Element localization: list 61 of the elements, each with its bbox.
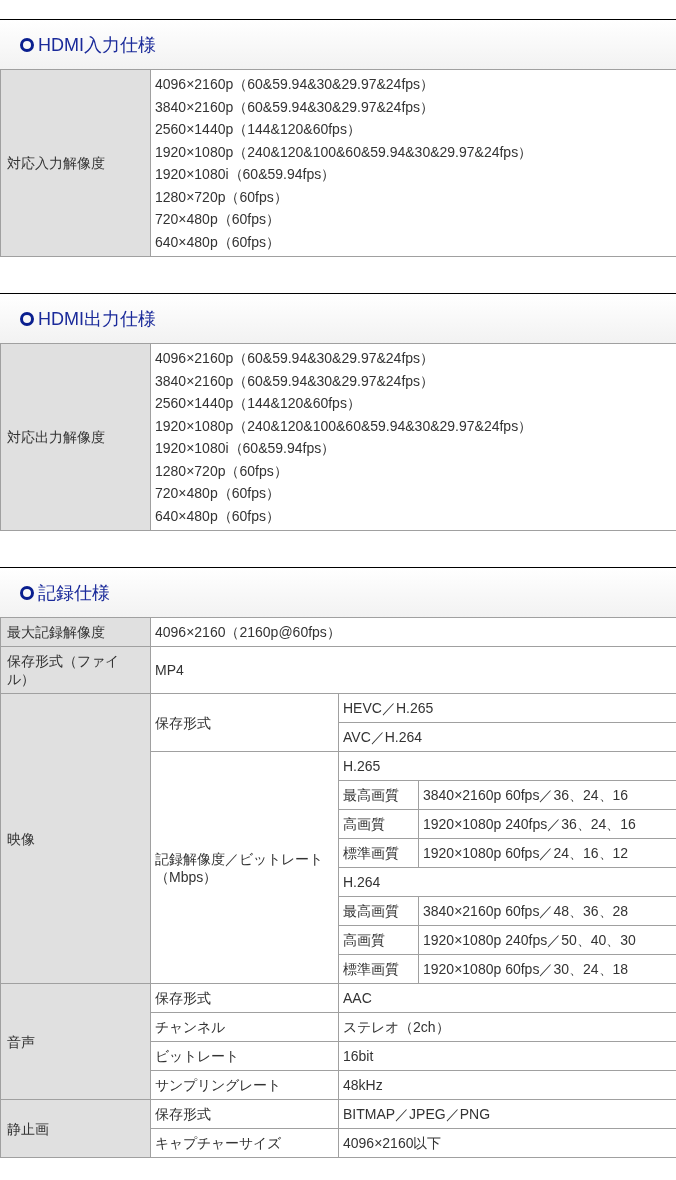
table-cell: H.265 (338, 751, 676, 781)
sub-header: 保存形式 (150, 983, 339, 1013)
table-cell: 1920×1080p 60fps／24、16、12 (418, 838, 676, 868)
resolution-line: 4096×2160p（60&59.94&30&29.97&24fps） (155, 75, 436, 94)
table-cell: 48kHz (338, 1070, 676, 1100)
resolution-line: 1920×1080i（60&59.94fps） (155, 439, 337, 458)
table-cell: 16bit (338, 1041, 676, 1071)
row-header: 対応出力解像度 (0, 343, 151, 531)
resolution-line: 3840×2160p（60&59.94&30&29.97&24fps） (155, 97, 436, 117)
ring-icon (20, 585, 34, 600)
table-cell: 3840×2160p 60fps／48、36、28 (418, 896, 676, 926)
resolution-line: 3840×2160p（60&59.94&30&29.97&24fps） (155, 371, 436, 391)
resolution-line: 1920×1080p（240&120&100&60&59.94&30&29.97&24fps） (155, 142, 534, 162)
sub-header: キャプチャーサイズ (150, 1128, 339, 1158)
row-header: 静止画 (0, 1099, 151, 1158)
table-cell: AVC／H.264 (338, 722, 676, 752)
table-cell: 3840×2160p 60fps／36、24、16 (418, 780, 676, 810)
table-cell: MP4 (150, 646, 676, 694)
table-cell: 1920×1080p 240fps／36、24、16 (418, 809, 676, 839)
table-cell: ステレオ（2ch） (338, 1012, 676, 1042)
table-cell: H.264 (338, 867, 676, 897)
resolution-line: 1920×1080i（60&59.94fps） (155, 165, 337, 184)
resolution-line: 720×480p（60fps） (155, 484, 281, 503)
row-header: 最大記録解像度 (0, 617, 151, 647)
sub-header: チャンネル (150, 1012, 339, 1042)
ring-icon (20, 37, 34, 52)
quality-label: 最高画質 (338, 896, 419, 926)
resolution-line: 1280×720p（60fps） (155, 187, 289, 207)
quality-label: 高画質 (338, 925, 419, 955)
table-cell: 1920×1080p 60fps／30、24、18 (418, 954, 676, 984)
sub-header: ビットレート (150, 1041, 339, 1071)
resolution-line: 1280×720p（60fps） (155, 461, 289, 481)
row-header: 対応入力解像度 (0, 69, 151, 257)
resolution-line: 2560×1440p（144&120&60fps） (155, 394, 362, 413)
table-cell: 4096×2160以下 (338, 1128, 676, 1158)
sub-header: 保存形式 (150, 1099, 339, 1129)
sub-header: 保存形式 (150, 693, 339, 752)
table-cell: HEVC／H.265 (338, 693, 676, 723)
resolution-line: 4096×2160p（60&59.94&30&29.97&24fps） (155, 349, 436, 368)
section-title: HDMI出力仕様 (38, 307, 156, 331)
section-title: HDMI入力仕様 (38, 33, 156, 57)
table-cell: AAC (338, 983, 676, 1013)
resolution-line: 720×480p（60fps） (155, 210, 281, 229)
table-cell: 4096×2160（2160p@60fps） (150, 617, 676, 647)
quality-label: 最高画質 (338, 780, 419, 810)
sub-header: 記録解像度／ビットレート（Mbps） (150, 751, 339, 984)
resolution-line: 640×480p（60fps） (155, 232, 281, 252)
table-cell: BITMAP／JPEG／PNG (338, 1099, 676, 1129)
quality-label: 標準画質 (338, 954, 419, 984)
quality-label: 高画質 (338, 809, 419, 839)
sub-header: サンプリングレート (150, 1070, 339, 1100)
row-header: 映像 (0, 693, 151, 984)
resolution-line: 640×480p（60fps） (155, 506, 281, 526)
resolution-line: 1920×1080p（240&120&100&60&59.94&30&29.97&24fps） (155, 416, 534, 436)
row-header: 保存形式（ファイル） (0, 646, 151, 694)
section-title: 記録仕様 (38, 581, 110, 605)
row-header: 音声 (0, 983, 151, 1100)
table-cell: 1920×1080p 240fps／50、40、30 (418, 925, 676, 955)
resolution-line: 2560×1440p（144&120&60fps） (155, 120, 362, 139)
quality-label: 標準画質 (338, 838, 419, 868)
ring-icon (20, 311, 34, 326)
